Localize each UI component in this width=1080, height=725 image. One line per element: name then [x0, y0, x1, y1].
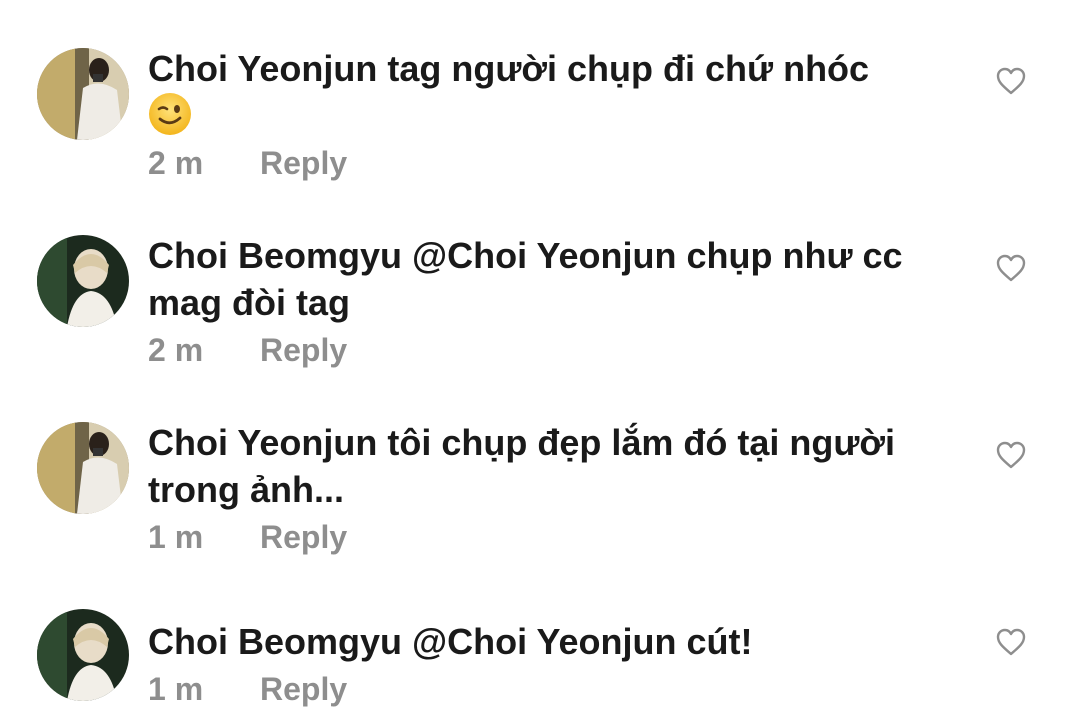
- beomgyu-avatar-image: [37, 609, 129, 701]
- comment-text: Choi Yeonjun tag người chụp đi chứ nhóc: [148, 45, 948, 92]
- avatar[interactable]: [37, 235, 129, 327]
- like-button[interactable]: [995, 627, 1027, 657]
- yeonjun-avatar-image: [37, 48, 129, 140]
- comment-text: Choi Beomgyu @Choi Yeonjun chụp như cc m…: [148, 232, 948, 326]
- comment-username[interactable]: Choi Beomgyu: [148, 235, 402, 276]
- heart-outline-icon: [996, 254, 1026, 282]
- comment-body: Choi Yeonjun tag người chụp đi chứ nhóc: [148, 45, 948, 183]
- like-button[interactable]: [995, 253, 1027, 283]
- yeonjun-avatar-image: [37, 422, 129, 514]
- comment-text: Choi Beomgyu @Choi Yeonjun cút!: [148, 618, 948, 665]
- comment-timestamp: 2 m: [148, 145, 204, 181]
- comment-meta: 2 m Reply: [148, 143, 948, 183]
- avatar[interactable]: [37, 609, 129, 701]
- comment-timestamp: 2 m: [148, 332, 204, 368]
- comment-message: tag người chụp đi chứ nhóc: [387, 48, 870, 89]
- comment-username[interactable]: Choi Beomgyu: [148, 621, 402, 662]
- reply-button[interactable]: Reply: [260, 519, 347, 555]
- like-button[interactable]: [995, 66, 1027, 96]
- heart-outline-icon: [996, 67, 1026, 95]
- comment-body: Choi Beomgyu @Choi Yeonjun chụp như cc m…: [148, 232, 948, 370]
- avatar[interactable]: [37, 422, 129, 514]
- comment-meta: 2 m Reply: [148, 330, 948, 370]
- comment-username[interactable]: Choi Yeonjun: [148, 422, 377, 463]
- comment-meta: 1 m Reply: [148, 669, 948, 709]
- comment-text: Choi Yeonjun tôi chụp đẹp lắm đó tại ngư…: [148, 419, 948, 513]
- reply-button[interactable]: Reply: [260, 332, 347, 368]
- heart-outline-icon: [996, 628, 1026, 656]
- comment-meta: 1 m Reply: [148, 517, 948, 557]
- reply-button[interactable]: Reply: [260, 145, 347, 181]
- heart-outline-icon: [996, 441, 1026, 469]
- comment-username[interactable]: Choi Yeonjun: [148, 48, 377, 89]
- comment-timestamp: 1 m: [148, 519, 204, 555]
- comment-timestamp: 1 m: [148, 671, 204, 707]
- like-button[interactable]: [995, 440, 1027, 470]
- comment-body: Choi Beomgyu @Choi Yeonjun cút! 1 m Reply: [148, 618, 948, 709]
- emoji-row: [148, 92, 948, 139]
- comment-body: Choi Yeonjun tôi chụp đẹp lắm đó tại ngư…: [148, 419, 948, 557]
- reply-button[interactable]: Reply: [260, 671, 347, 707]
- comment-message: @Choi Yeonjun cút!: [412, 621, 753, 662]
- beomgyu-avatar-image: [37, 235, 129, 327]
- winking-face-emoji: [148, 92, 192, 141]
- avatar[interactable]: [37, 48, 129, 140]
